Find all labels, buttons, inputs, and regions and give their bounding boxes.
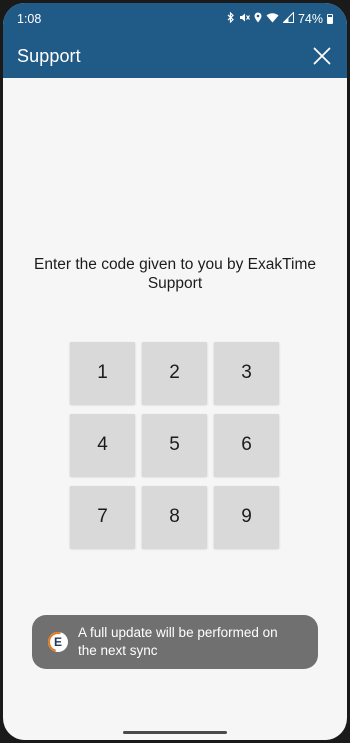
location-icon — [254, 12, 262, 26]
phone-screen: 1:08 74% Support Enter the code given to… — [3, 3, 347, 740]
mute-icon — [239, 12, 250, 26]
exaktime-logo-icon: E — [48, 632, 68, 652]
status-time: 1:08 — [17, 11, 42, 26]
close-icon — [313, 47, 331, 65]
app-bar: Support — [3, 34, 347, 78]
keypad-key-3[interactable]: 3 — [214, 342, 279, 404]
toast-text: A full update will be performed on the n… — [78, 624, 278, 660]
bluetooth-icon — [227, 11, 235, 26]
keypad-key-6[interactable]: 6 — [214, 414, 279, 476]
toast-line-1: A full update will be performed on — [78, 625, 278, 640]
close-button[interactable] — [311, 45, 333, 67]
toast-message: E A full update will be performed on the… — [32, 615, 318, 669]
battery-percent: 74% — [297, 11, 323, 26]
wifi-icon — [266, 12, 279, 26]
battery-icon — [327, 13, 333, 24]
keypad: 1 2 3 4 5 6 7 8 9 — [70, 342, 279, 548]
navigation-bar — [3, 726, 347, 740]
keypad-key-2[interactable]: 2 — [142, 342, 207, 404]
keypad-key-1[interactable]: 1 — [70, 342, 135, 404]
home-handle[interactable] — [123, 731, 227, 734]
keypad-key-8[interactable]: 8 — [142, 486, 207, 548]
status-icons: 74% — [227, 11, 333, 26]
status-bar: 1:08 74% — [3, 3, 347, 34]
code-prompt: Enter the code given to you by ExakTime … — [3, 255, 347, 293]
page-title: Support — [17, 45, 81, 66]
keypad-key-9[interactable]: 9 — [214, 486, 279, 548]
code-prompt-line-2: Support — [147, 275, 203, 292]
toast-line-2: the next sync — [78, 643, 158, 658]
keypad-key-7[interactable]: 7 — [70, 486, 135, 548]
code-prompt-line-1: Enter the code given to you by ExakTime — [33, 256, 317, 273]
keypad-key-4[interactable]: 4 — [70, 414, 135, 476]
signal-icon — [282, 11, 294, 26]
keypad-key-5[interactable]: 5 — [142, 414, 207, 476]
